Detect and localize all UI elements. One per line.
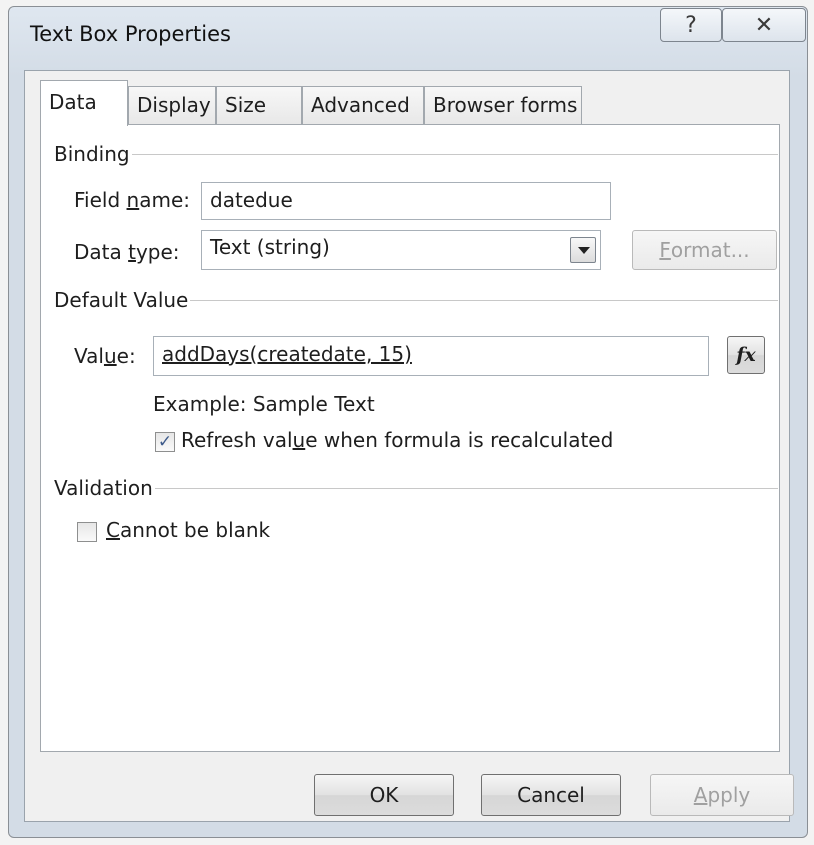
format-button: Format... (632, 230, 777, 270)
close-button[interactable]: ✕ (722, 8, 806, 42)
tab-browser-forms[interactable]: Browser forms (424, 86, 582, 124)
tab-data[interactable]: Data (40, 80, 128, 126)
cancel-button[interactable]: Cancel (481, 774, 621, 816)
close-icon: ✕ (754, 12, 774, 38)
help-icon: ? (685, 12, 697, 38)
field-name-label: Field name: (74, 188, 190, 212)
cannot-be-blank-label[interactable]: Cannot be blank (106, 518, 270, 542)
formula-button[interactable]: fx (727, 336, 765, 374)
cannot-be-blank-checkbox[interactable] (77, 522, 97, 542)
field-name-input[interactable]: datedue (201, 182, 611, 220)
window-title: Text Box Properties (30, 22, 231, 46)
refresh-checkbox-label[interactable]: Refresh value when formula is recalculat… (181, 428, 613, 452)
value-label: Value: (74, 344, 136, 368)
ok-button[interactable]: OK (314, 774, 454, 816)
tab-size[interactable]: Size (216, 86, 302, 124)
checkmark-icon: ✓ (157, 432, 173, 452)
example-text: Example: Sample Text (153, 392, 375, 416)
chevron-down-icon[interactable] (570, 237, 596, 263)
refresh-checkbox[interactable]: ✓ (155, 432, 175, 452)
data-type-label: Data type: (74, 240, 180, 264)
binding-divider (60, 154, 778, 155)
default-value-formula: addDays(createdate, 15) (162, 342, 412, 366)
help-button[interactable]: ? (660, 8, 722, 42)
default-value-heading: Default Value (54, 288, 191, 312)
tab-display[interactable]: Display (128, 86, 216, 124)
validation-divider (60, 488, 778, 489)
function-icon: fx (736, 344, 756, 366)
apply-button: Apply (650, 774, 794, 816)
validation-heading: Validation (54, 476, 155, 500)
binding-heading: Binding (54, 142, 132, 166)
tab-advanced[interactable]: Advanced (302, 86, 424, 124)
default-value-input[interactable]: addDays(createdate, 15) (153, 336, 709, 376)
data-type-select[interactable]: Text (string) (201, 230, 601, 270)
